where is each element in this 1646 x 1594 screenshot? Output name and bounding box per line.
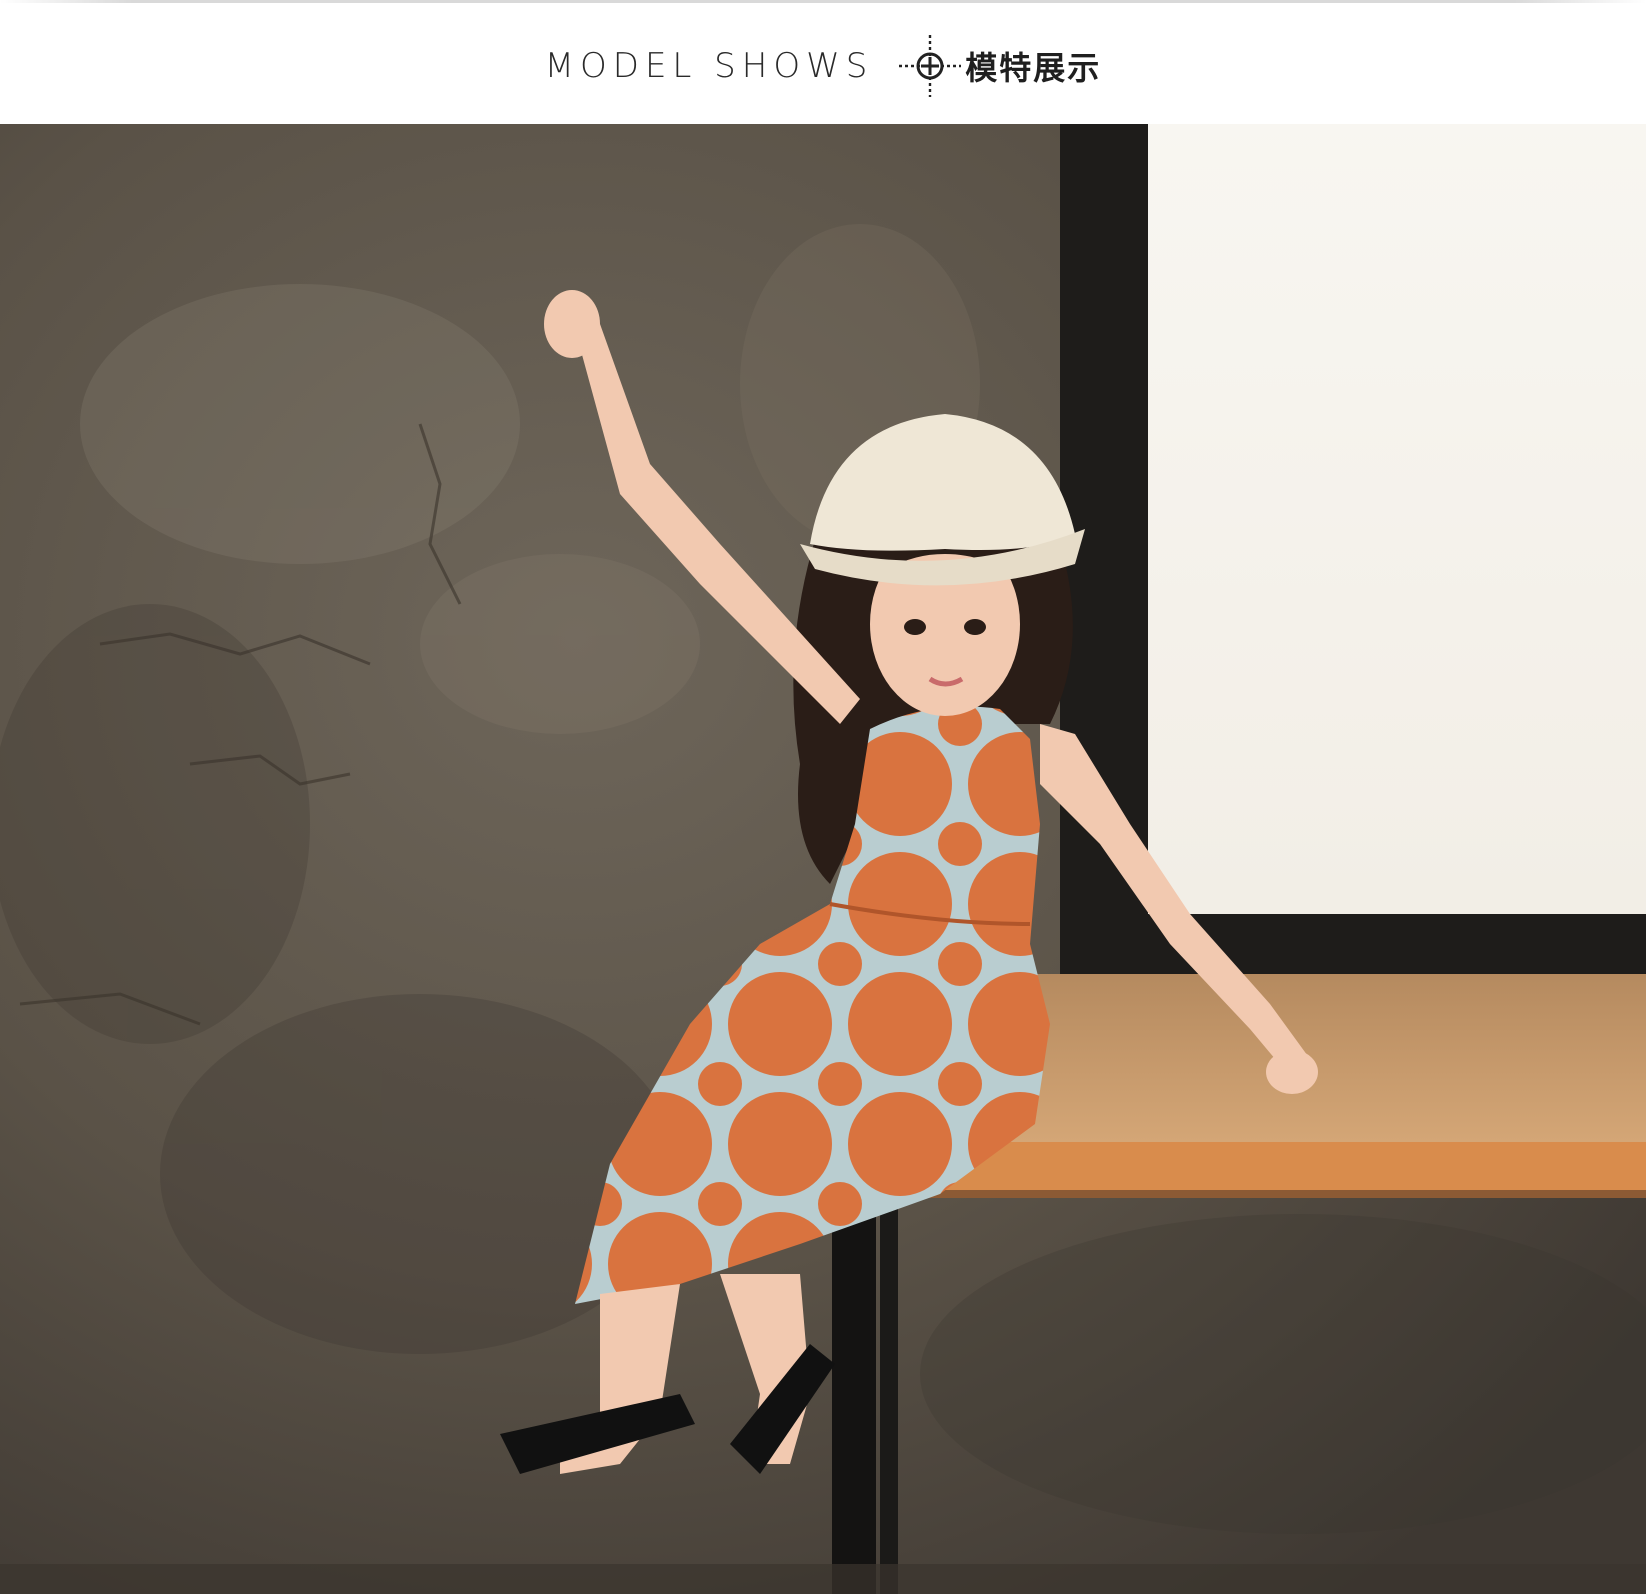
title-english: MODEL SHOWS	[544, 46, 874, 86]
section-title: MODEL SHOWS 模特展示	[0, 35, 1646, 97]
photo-illustration	[0, 124, 1646, 1594]
title-chinese: 模特展示	[965, 49, 1102, 87]
table-leg-back	[880, 1198, 898, 1594]
right-eye	[964, 619, 986, 635]
left-eye	[904, 619, 926, 635]
floor-shadow	[0, 1564, 1646, 1594]
model-photo	[0, 124, 1646, 1594]
crosshair-circle-icon	[899, 35, 962, 97]
window-glass	[1148, 124, 1646, 914]
open-hand	[1266, 1050, 1318, 1094]
raised-fist	[544, 290, 600, 358]
top-divider-line	[0, 0, 1646, 3]
page-header: MODEL SHOWS 模特展示	[0, 0, 1646, 124]
